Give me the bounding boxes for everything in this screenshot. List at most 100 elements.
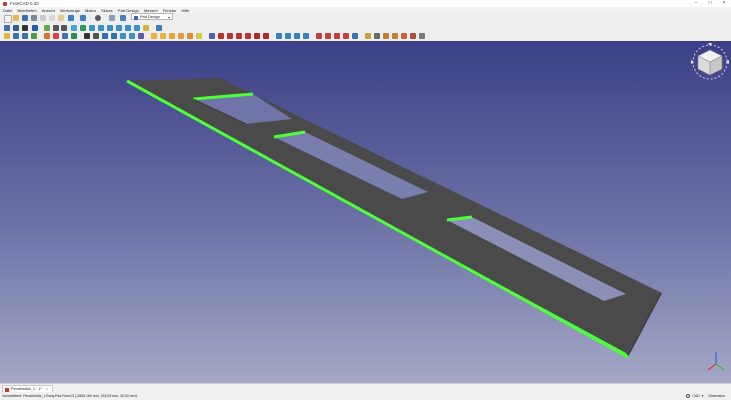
- units-label[interactable]: Dimension: [708, 392, 725, 400]
- menu-fenster[interactable]: Fenster: [163, 8, 177, 13]
- navigation-cube-icon[interactable]: [690, 42, 730, 82]
- workbench-selector[interactable]: Part Design ▾: [131, 13, 173, 20]
- datum-point-icon[interactable]: [84, 33, 90, 39]
- create-sketch-icon[interactable]: [53, 33, 59, 39]
- shape-binder-icon[interactable]: [120, 33, 126, 39]
- mirrored-icon[interactable]: [276, 33, 282, 39]
- clone-icon[interactable]: [138, 33, 144, 39]
- multitransform-icon[interactable]: [303, 33, 309, 39]
- fit-all-icon[interactable]: [13, 25, 19, 31]
- zoom-icon[interactable]: [71, 25, 77, 31]
- bottom-view-icon[interactable]: [125, 25, 131, 31]
- hole-icon[interactable]: [218, 33, 224, 39]
- subtractive-helix-icon[interactable]: [254, 33, 260, 39]
- rear-view-icon[interactable]: [116, 25, 122, 31]
- part-design-icon: [134, 15, 138, 20]
- new-file-icon[interactable]: [4, 15, 12, 23]
- maximize-button[interactable]: □: [703, 0, 717, 7]
- subshape-binder-icon[interactable]: [129, 33, 135, 39]
- menu-bearbeiten[interactable]: Bearbeiten: [17, 8, 36, 13]
- stereo-icon[interactable]: [44, 25, 50, 31]
- open-file-icon[interactable]: [13, 15, 19, 21]
- shaft-design-icon[interactable]: [383, 33, 389, 39]
- cut-icon[interactable]: [40, 15, 46, 21]
- draft-icon[interactable]: [334, 33, 340, 39]
- chamfer-icon[interactable]: [325, 33, 331, 39]
- status-bar: Vorselektiert: Pendelstütz_1.Body.Pad.Fa…: [0, 392, 731, 400]
- right-view-icon[interactable]: [107, 25, 113, 31]
- menu-part-design[interactable]: Part Design: [118, 8, 139, 13]
- datum-line-icon[interactable]: [93, 33, 99, 39]
- validate-sketch-icon[interactable]: [62, 33, 68, 39]
- select-icon[interactable]: [4, 25, 10, 31]
- additive-pipe-icon[interactable]: [178, 33, 184, 39]
- link-icon[interactable]: [31, 33, 37, 39]
- wizard-icon[interactable]: [392, 33, 398, 39]
- draw-style-icon[interactable]: [22, 25, 28, 31]
- create-body-icon[interactable]: [44, 33, 50, 39]
- minimize-button[interactable]: –: [689, 0, 703, 7]
- pocket-icon[interactable]: [209, 33, 215, 39]
- title-bar: FreeCAD 0.20 – □ ×: [0, 0, 731, 7]
- status-message: Vorselektiert: Pendelstütz_1.Body.Pad.Fa…: [2, 394, 137, 398]
- save-icon[interactable]: [22, 15, 28, 21]
- paste-icon[interactable]: [58, 15, 64, 21]
- measure-angular-icon[interactable]: [410, 33, 416, 39]
- undo-icon[interactable]: [68, 15, 74, 21]
- back-icon[interactable]: [53, 25, 59, 31]
- subtractive-loft-icon[interactable]: [236, 33, 242, 39]
- menu-datei[interactable]: Datei: [3, 8, 12, 13]
- close-button[interactable]: ×: [717, 0, 731, 7]
- involute-gear-icon[interactable]: [374, 33, 380, 39]
- menu-messen[interactable]: Messen: [144, 8, 158, 13]
- groove-icon[interactable]: [227, 33, 233, 39]
- bounding-box-icon[interactable]: [32, 25, 38, 31]
- menu-werkzeuge[interactable]: Werkzeuge: [60, 8, 80, 13]
- model-view[interactable]: [0, 41, 731, 383]
- menu-skizze[interactable]: Skizze: [101, 8, 113, 13]
- fillet-icon[interactable]: [316, 33, 322, 39]
- part-icon[interactable]: [4, 33, 10, 39]
- local-cs-icon[interactable]: [111, 33, 117, 39]
- refresh-icon[interactable]: [95, 15, 101, 21]
- tab-label: Pendelstütz_1 : 1*: [11, 387, 42, 391]
- check-geometry-icon[interactable]: [71, 33, 77, 39]
- isometric-view-icon[interactable]: [80, 25, 86, 31]
- forward-icon[interactable]: [61, 25, 67, 31]
- workbench-icon[interactable]: [120, 15, 126, 21]
- linear-pattern-icon[interactable]: [285, 33, 291, 39]
- clear-measure-icon[interactable]: [419, 33, 425, 39]
- additive-primitive-icon[interactable]: [196, 33, 202, 39]
- front-view-icon[interactable]: [89, 25, 95, 31]
- sprocket-icon[interactable]: [365, 33, 371, 39]
- subtractive-primitive-icon[interactable]: [263, 33, 269, 39]
- body-icon[interactable]: [13, 33, 19, 39]
- thickness-icon[interactable]: [343, 33, 349, 39]
- copy-icon[interactable]: [49, 15, 55, 21]
- macro-icon[interactable]: [109, 15, 115, 21]
- menu-makro[interactable]: Makro: [85, 8, 96, 13]
- measure-distance-icon[interactable]: [156, 25, 162, 31]
- navigation-style-button[interactable]: CAD ▾: [686, 392, 703, 400]
- additive-helix-icon[interactable]: [187, 33, 193, 39]
- datum-plane-icon[interactable]: [102, 33, 108, 39]
- redo-icon[interactable]: [80, 15, 86, 21]
- navigation-style-label: CAD: [692, 394, 700, 398]
- print-icon[interactable]: [31, 15, 37, 21]
- subtractive-pipe-icon[interactable]: [245, 33, 251, 39]
- additive-loft-icon[interactable]: [169, 33, 175, 39]
- 3d-viewport[interactable]: [0, 41, 731, 383]
- revolution-icon[interactable]: [160, 33, 166, 39]
- measure-linear-icon[interactable]: [401, 33, 407, 39]
- pad-icon[interactable]: [151, 33, 157, 39]
- part-top-face[interactable]: [127, 78, 662, 357]
- measure-icon[interactable]: [143, 25, 149, 31]
- left-view-icon[interactable]: [134, 25, 140, 31]
- polar-pattern-icon[interactable]: [294, 33, 300, 39]
- menu-hilfe[interactable]: Hilfe: [181, 8, 189, 13]
- close-icon[interactable]: ×: [46, 387, 48, 391]
- group-icon[interactable]: [22, 33, 28, 39]
- boolean-icon[interactable]: [352, 33, 358, 39]
- top-view-icon[interactable]: [98, 25, 104, 31]
- menu-ansicht[interactable]: Ansicht: [42, 8, 55, 13]
